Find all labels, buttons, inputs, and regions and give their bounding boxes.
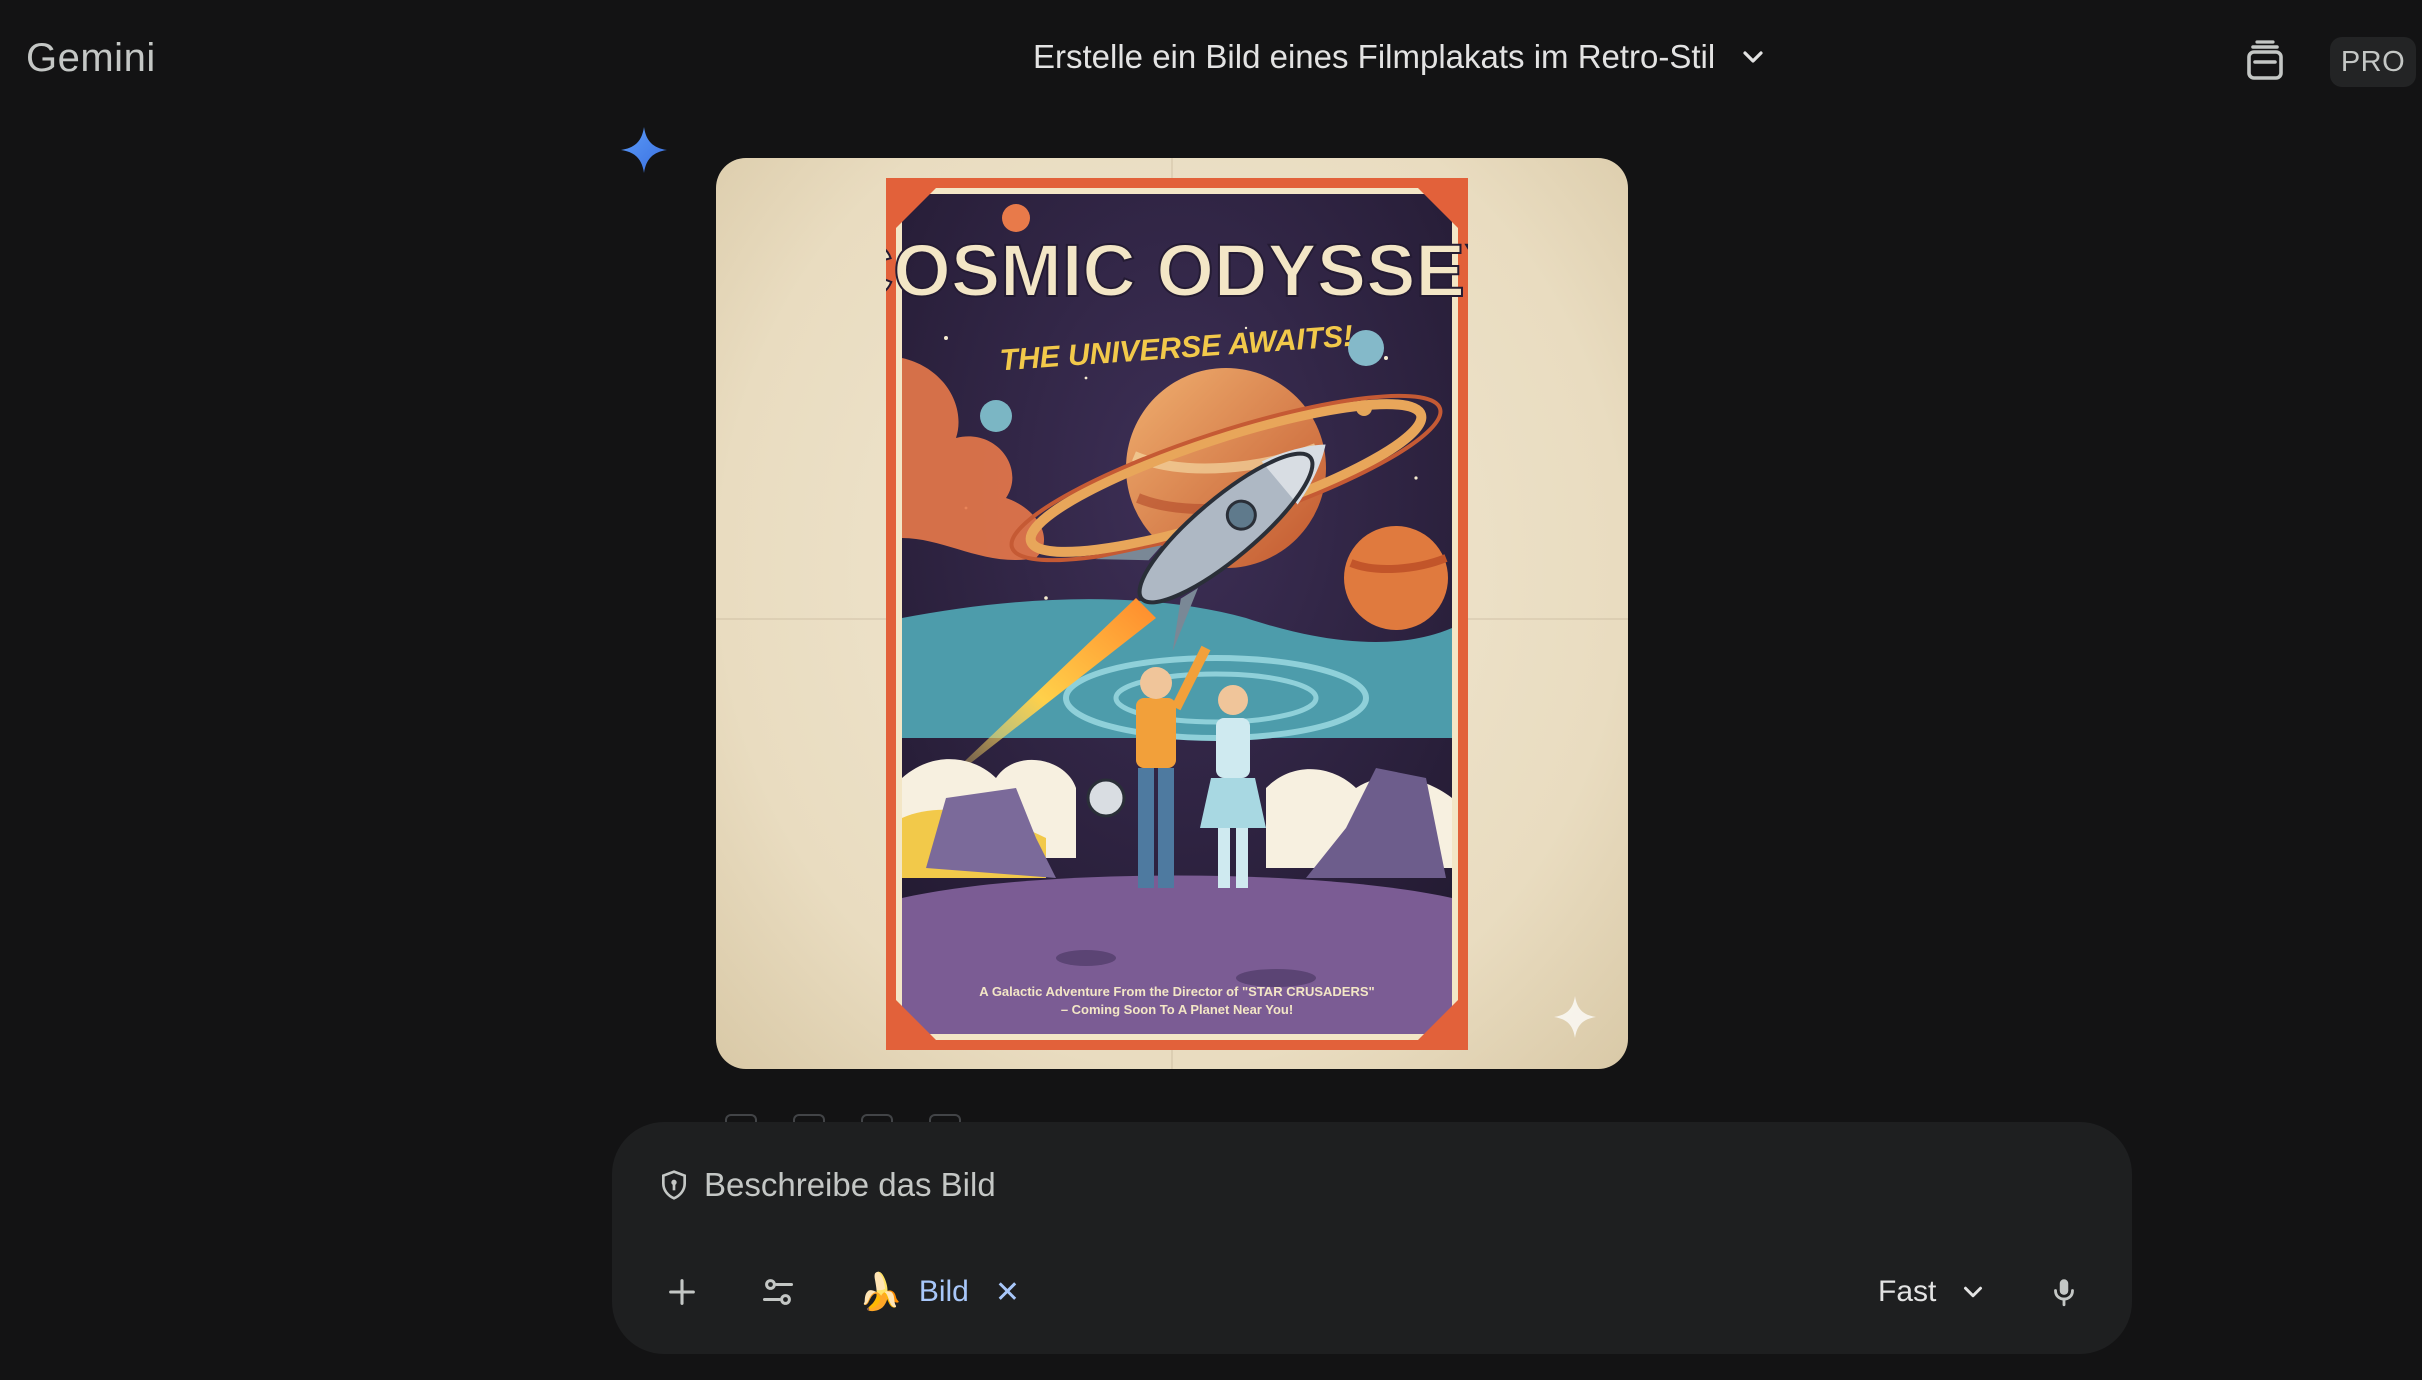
pro-badge[interactable]: PRO	[2330, 37, 2416, 87]
tune-icon	[763, 1279, 793, 1305]
brand-logo[interactable]: Gemini	[26, 36, 156, 81]
conversation-title-menu[interactable]: Erstelle ein Bild eines Filmplakats im R…	[1033, 38, 1769, 76]
generated-image[interactable]: COSMIC ODYSSEY THE UNIVERSE AWAITS! A Ga…	[716, 158, 1628, 1069]
poster-footer-line1: A Galactic Adventure From the Director o…	[979, 984, 1374, 999]
prompt-composer: Beschreibe das Bild 🍌 Bild ✕ Fast	[612, 1122, 2132, 1354]
chevron-down-icon	[1743, 51, 1763, 63]
gemini-sparkle-icon	[621, 127, 667, 173]
image-tool-chip[interactable]: 🍌 Bild ✕	[848, 1264, 1030, 1320]
banana-icon: 🍌	[858, 1271, 903, 1312]
gemini-app: Gemini Erstelle ein Bild eines Filmplaka…	[0, 0, 2422, 1380]
add-button[interactable]	[654, 1264, 710, 1320]
conversation-title: Erstelle ein Bild eines Filmplakats im R…	[1033, 38, 1716, 75]
close-icon[interactable]: ✕	[995, 1275, 1020, 1310]
model-mode-dropdown[interactable]: Fast	[1878, 1264, 1988, 1320]
temporary-chat-icon[interactable]	[2244, 38, 2286, 84]
shield-icon	[662, 1170, 686, 1200]
poster-footer-line2: – Coming Soon To A Planet Near You!	[1061, 1002, 1293, 1017]
poster-title: COSMIC ODYSSEY	[886, 229, 1468, 312]
chip-label: Bild	[918, 1275, 969, 1308]
prompt-input[interactable]: Beschreibe das Bild	[658, 1166, 996, 1204]
microphone-icon	[2054, 1279, 2074, 1307]
movie-poster: COSMIC ODYSSEY THE UNIVERSE AWAITS! A Ga…	[886, 178, 1468, 1050]
sparkle-watermark-icon	[1554, 996, 1596, 1038]
tools-button[interactable]	[750, 1264, 806, 1320]
mode-label: Fast	[1878, 1275, 1937, 1308]
chevron-down-icon	[1964, 1286, 1983, 1298]
plus-icon	[669, 1279, 695, 1305]
microphone-button[interactable]	[2036, 1264, 2092, 1320]
prompt-placeholder: Beschreibe das Bild	[704, 1166, 996, 1203]
